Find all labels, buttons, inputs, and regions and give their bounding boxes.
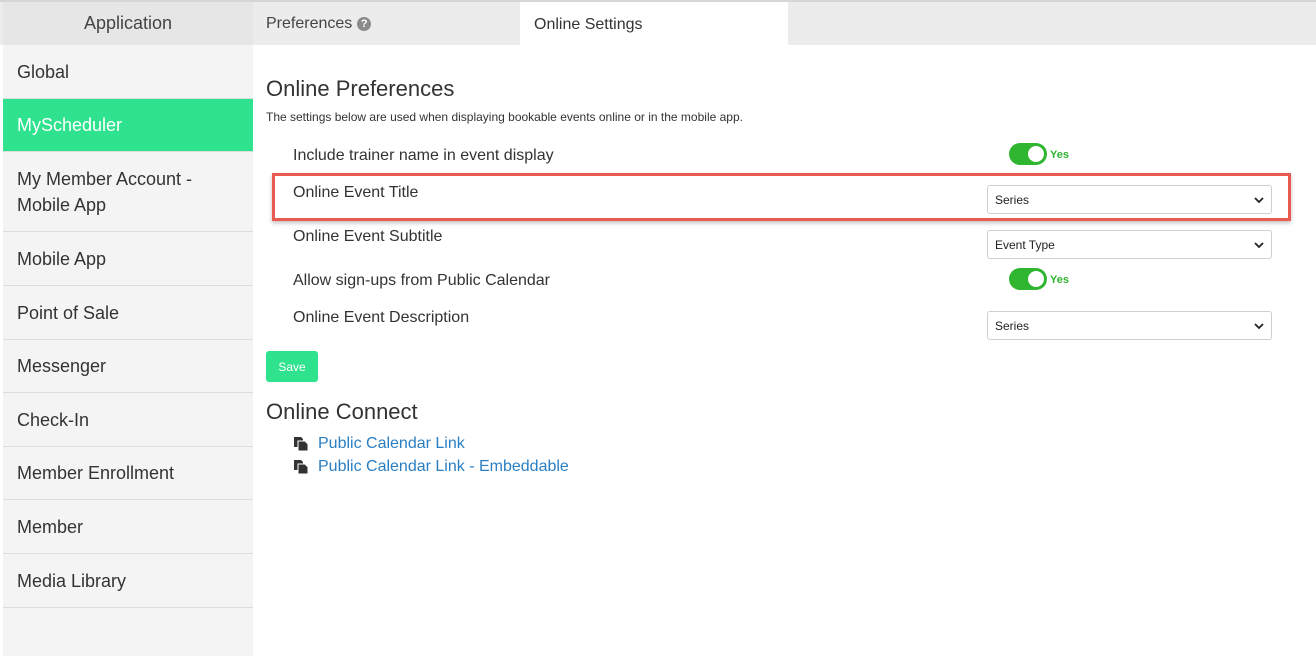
public-signups-label: Allow sign-ups from Public Calendar (293, 272, 550, 289)
link-row-public-calendar-embeddable: Public Calendar Link - Embeddable (293, 458, 569, 476)
save-button[interactable]: Save (266, 351, 318, 382)
tab-application[interactable]: Application (3, 2, 253, 45)
sidebar: Global MyScheduler My Member Account - M… (3, 45, 253, 656)
sidebar-item-label: Check-In (17, 409, 90, 430)
event-title-select[interactable]: Series (987, 185, 1272, 214)
trainer-name-toggle[interactable] (1009, 143, 1047, 165)
top-tab-bar: Application Preferences ? Online Setting… (0, 0, 1316, 47)
sidebar-item-label: Global (17, 61, 70, 82)
sidebar-item-myscheduler[interactable]: MyScheduler (3, 99, 253, 152)
sidebar-item-label: Point of Sale (17, 302, 120, 323)
event-subtitle-select[interactable]: Event Type (987, 230, 1272, 259)
trainer-name-label: Include trainer name in event display (293, 147, 554, 164)
sidebar-item-messenger[interactable]: Messenger (3, 340, 253, 393)
sidebar-item-label: Media Library (17, 570, 127, 591)
toggle-knob (1028, 146, 1044, 162)
event-subtitle-label: Online Event Subtitle (293, 228, 443, 245)
link-row-public-calendar: Public Calendar Link (293, 435, 465, 453)
event-description-select-value: Series (995, 318, 1030, 333)
public-calendar-embeddable-link[interactable]: Public Calendar Link - Embeddable (318, 458, 569, 476)
sidebar-item-global[interactable]: Global (3, 45, 253, 99)
sidebar-item-mobile-app[interactable]: Mobile App (3, 232, 253, 286)
trainer-name-toggle-text: Yes (1050, 149, 1069, 161)
copy-icon[interactable] (293, 436, 309, 452)
sidebar-item-member[interactable]: Member (3, 500, 253, 554)
chevron-down-icon (1254, 197, 1264, 204)
sidebar-item-my-member-account[interactable]: My Member Account - Mobile App (3, 152, 253, 232)
sidebar-item-label: My Member Account - Mobile App (17, 168, 193, 215)
public-signups-toggle-text: Yes (1050, 274, 1069, 286)
event-title-label: Online Event Title (293, 184, 419, 201)
event-subtitle-select-value: Event Type (995, 237, 1055, 252)
online-preferences-description: The settings below are used when display… (266, 110, 743, 124)
chevron-down-icon (1254, 323, 1264, 330)
chevron-down-icon (1254, 242, 1264, 249)
public-signups-toggle[interactable] (1009, 268, 1047, 290)
tab-preferences[interactable]: Preferences ? (253, 2, 520, 45)
sidebar-item-member-enrollment[interactable]: Member Enrollment (3, 447, 253, 500)
sidebar-item-point-of-sale[interactable]: Point of Sale (3, 286, 253, 340)
sidebar-item-label: Member (17, 516, 84, 537)
tab-online-settings-label: Online Settings (534, 15, 643, 33)
event-description-label: Online Event Description (293, 309, 470, 326)
sidebar-item-label: MyScheduler (17, 115, 123, 135)
question-circle-icon[interactable]: ? (357, 16, 372, 31)
sidebar-item-label: Mobile App (17, 248, 107, 269)
tab-application-label: Application (83, 13, 173, 33)
tab-online-settings[interactable]: Online Settings (520, 2, 788, 47)
tab-preferences-label: Preferences (266, 14, 353, 32)
sidebar-item-label: Member Enrollment (17, 463, 175, 483)
event-description-select[interactable]: Series (987, 311, 1272, 340)
sidebar-item-media-library[interactable]: Media Library (3, 554, 253, 608)
sidebar-item-label: Messenger (17, 356, 107, 376)
toggle-knob (1028, 271, 1044, 287)
online-connect-title: Online Connect (266, 399, 418, 424)
online-preferences-title: Online Preferences (266, 76, 455, 101)
sidebar-item-check-in[interactable]: Check-In (3, 393, 253, 447)
public-calendar-link[interactable]: Public Calendar Link (318, 435, 465, 453)
event-title-select-value: Series (995, 192, 1030, 207)
copy-icon[interactable] (293, 459, 309, 475)
